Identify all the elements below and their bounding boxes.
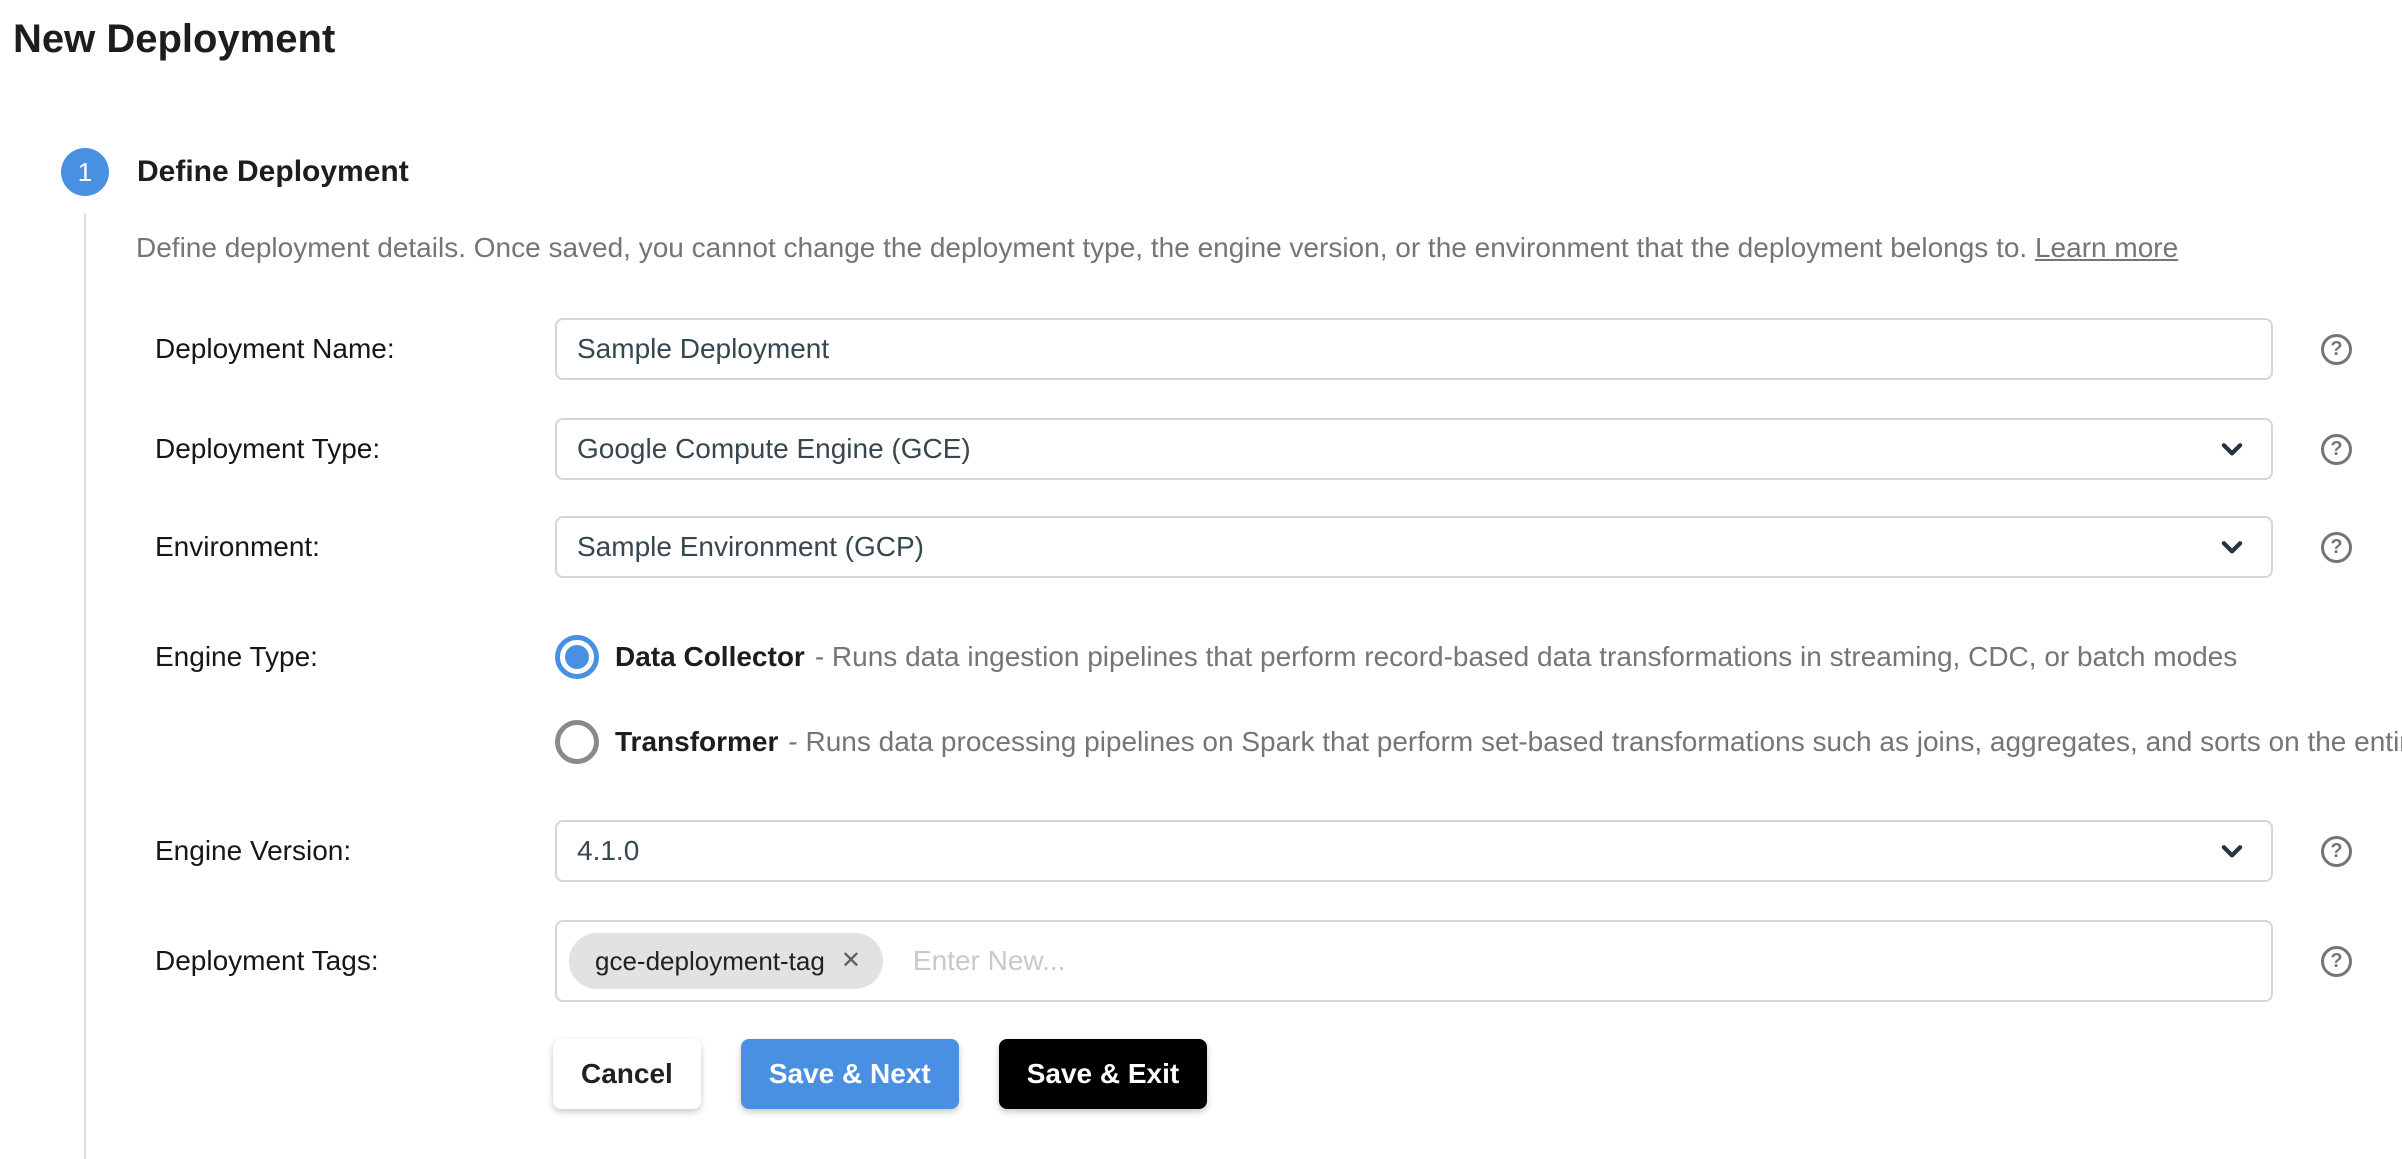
engine-type-options: Data Collector - Runs data ingestion pip…	[555, 634, 2273, 764]
form-actions: Cancel Save & Next Save & Exit	[0, 1039, 2402, 1109]
step-header: 1 Define Deployment	[61, 148, 2402, 196]
deployment-name-help-icon[interactable]: ?	[2321, 334, 2352, 365]
engine-option-name: Transformer	[615, 726, 778, 758]
engine-version-select[interactable]: 4.1.0	[555, 820, 2273, 882]
chevron-down-icon	[2217, 836, 2247, 866]
deployment-type-row: Deployment Type: Google Compute Engine (…	[0, 418, 2402, 480]
deployment-type-select[interactable]: Google Compute Engine (GCE)	[555, 418, 2273, 480]
engine-type-label: Engine Type:	[155, 634, 555, 679]
tag-chip-label: gce-deployment-tag	[595, 946, 825, 977]
close-icon[interactable]: ✕	[841, 949, 861, 973]
deployment-type-help-icon[interactable]: ?	[2321, 434, 2352, 465]
engine-version-value: 4.1.0	[577, 835, 639, 867]
step-connector-line	[84, 213, 86, 1159]
engine-version-help-icon[interactable]: ?	[2321, 836, 2352, 867]
deployment-form: Deployment Name: ? Deployment Type: Goog…	[0, 318, 2402, 1109]
tags-new-input[interactable]	[911, 944, 2259, 978]
environment-row: Environment: Sample Environment (GCP) ?	[0, 516, 2402, 578]
engine-option-name: Data Collector	[615, 641, 805, 673]
engine-version-row: Engine Version: 4.1.0 ?	[0, 820, 2402, 882]
deployment-name-input[interactable]	[555, 318, 2273, 380]
deployment-tags-help-icon[interactable]: ?	[2321, 946, 2352, 977]
environment-select[interactable]: Sample Environment (GCP)	[555, 516, 2273, 578]
step-title: Define Deployment	[137, 155, 409, 189]
page-title: New Deployment	[13, 15, 2402, 63]
deployment-tags-row: Deployment Tags: gce-deployment-tag ✕ ?	[0, 920, 2402, 1002]
save-next-button[interactable]: Save & Next	[741, 1039, 959, 1109]
engine-option-data-collector[interactable]: Data Collector - Runs data ingestion pip…	[555, 634, 2273, 679]
engine-option-transformer[interactable]: Transformer - Runs data processing pipel…	[555, 719, 2273, 764]
learn-more-link[interactable]: Learn more	[2035, 232, 2178, 263]
deployment-name-label: Deployment Name:	[155, 333, 555, 365]
chevron-down-icon	[2217, 434, 2247, 464]
step-number-badge: 1	[61, 148, 109, 196]
new-deployment-page: New Deployment 1 Define Deployment Defin…	[0, 15, 2402, 1159]
deployment-tags-label: Deployment Tags:	[155, 945, 555, 977]
engine-option-description: - Runs data processing pipelines on Spar…	[788, 726, 2402, 758]
engine-type-row: Engine Type: Data Collector - Runs data …	[0, 634, 2402, 764]
engine-version-label: Engine Version:	[155, 835, 555, 867]
deployment-type-value: Google Compute Engine (GCE)	[577, 433, 971, 465]
engine-option-description: - Runs data ingestion pipelines that per…	[815, 641, 2237, 673]
environment-value: Sample Environment (GCP)	[577, 531, 924, 563]
deployment-tags-field[interactable]: gce-deployment-tag ✕	[555, 920, 2273, 1002]
deployment-type-label: Deployment Type:	[155, 433, 555, 465]
environment-help-icon[interactable]: ?	[2321, 532, 2352, 563]
chevron-down-icon	[2217, 532, 2247, 562]
tag-chip: gce-deployment-tag ✕	[569, 933, 883, 989]
environment-label: Environment:	[155, 531, 555, 563]
save-exit-button[interactable]: Save & Exit	[999, 1039, 1208, 1109]
deployment-name-row: Deployment Name: ?	[0, 318, 2402, 380]
step-description: Define deployment details. Once saved, y…	[136, 228, 2402, 268]
step-description-text: Define deployment details. Once saved, y…	[136, 232, 2027, 263]
radio-selected-icon[interactable]	[555, 635, 599, 679]
cancel-button[interactable]: Cancel	[553, 1039, 701, 1109]
radio-unselected-icon[interactable]	[555, 720, 599, 764]
